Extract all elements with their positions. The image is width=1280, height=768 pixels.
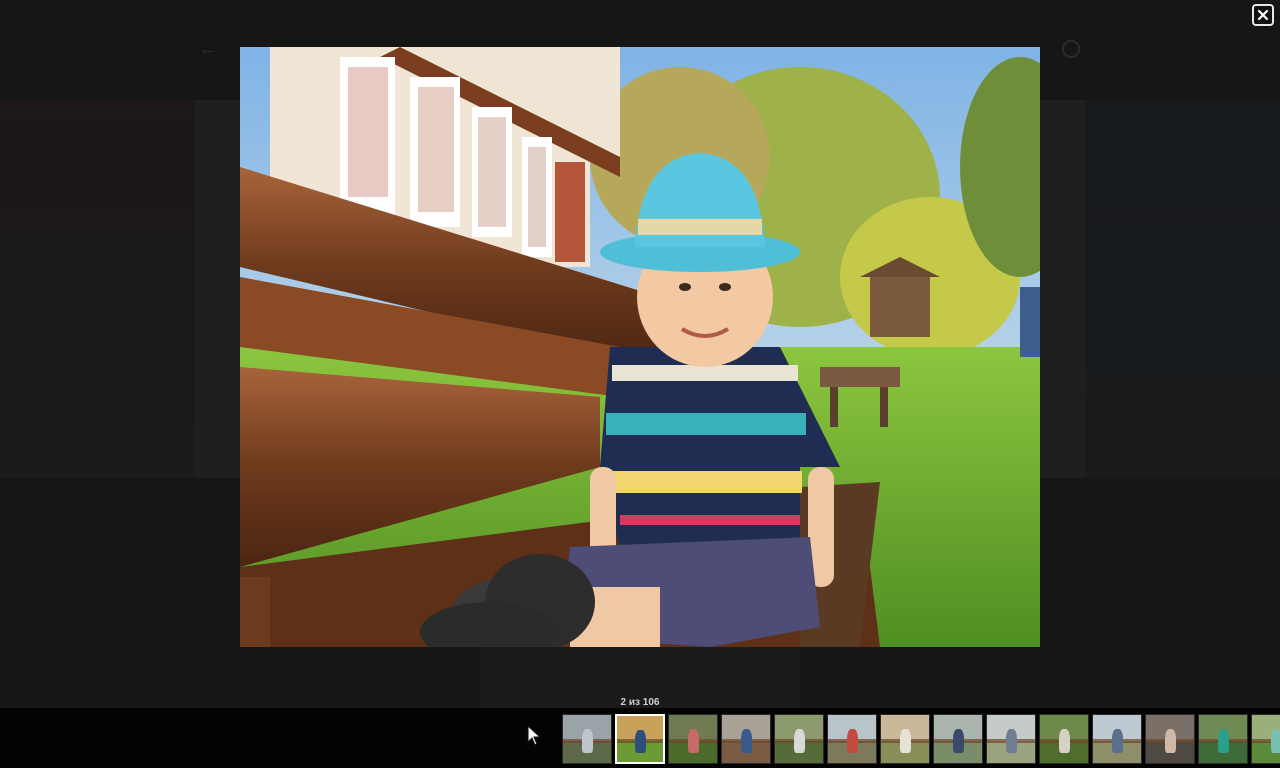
thumbnail-9[interactable]: [986, 714, 1036, 764]
thumbnail-3[interactable]: [668, 714, 718, 764]
thumbnail-2[interactable]: [615, 714, 665, 764]
main-photo[interactable]: [240, 47, 1040, 647]
mouse-pointer-icon: [527, 725, 541, 746]
thumbnail-figure: [1218, 729, 1229, 754]
image-counter: 2 из 106: [620, 697, 660, 708]
thumbnail-figure: [1112, 729, 1123, 754]
thumbnail-figure: [1271, 729, 1280, 754]
thumbnail-figure: [741, 729, 752, 754]
thumbnail-7[interactable]: [880, 714, 930, 764]
thumbnail-14[interactable]: [1251, 714, 1280, 764]
thumbnail-figure: [1059, 729, 1070, 754]
thumbnail-figure: [900, 729, 911, 754]
thumbnail-figure: [953, 729, 964, 754]
thumbnail-figure: [1006, 729, 1017, 754]
thumbnail-11[interactable]: [1092, 714, 1142, 764]
dimmed-right-panel: [1085, 100, 1280, 478]
thumbnail-figure: [1165, 729, 1176, 754]
thumbnail-figure: [582, 729, 593, 754]
dimmed-search-icon: [1062, 40, 1080, 58]
thumbnail-list: [562, 714, 1280, 764]
thumbnail-5[interactable]: [774, 714, 824, 764]
thumbnail-12[interactable]: [1145, 714, 1195, 764]
dimmed-left-panel: [0, 100, 195, 478]
thumbnail-figure: [635, 729, 646, 753]
thumbnail-1[interactable]: [562, 714, 612, 764]
close-icon: [1257, 9, 1269, 21]
thumbnail-6[interactable]: [827, 714, 877, 764]
close-button[interactable]: [1252, 4, 1274, 26]
thumbnail-4[interactable]: [721, 714, 771, 764]
thumbnail-8[interactable]: [933, 714, 983, 764]
lightbox-viewer: ← 2 из 106: [0, 0, 1280, 768]
thumbnail-10[interactable]: [1039, 714, 1089, 764]
dimmed-back-arrow-icon: ←: [198, 38, 218, 60]
thumbnail-13[interactable]: [1198, 714, 1248, 764]
thumbnail-figure: [794, 729, 805, 754]
thumbnail-figure: [847, 729, 858, 754]
thumbnail-figure: [688, 729, 699, 754]
